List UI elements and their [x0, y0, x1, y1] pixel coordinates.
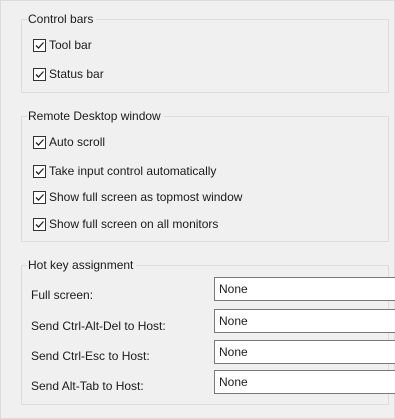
ctrl-alt-del-hotkey-input[interactable] — [214, 309, 395, 333]
alt-tab-hotkey-label: Send Alt-Tab to Host: — [31, 379, 144, 393]
fullscreen-topmost-checkbox-label: Show full screen as topmost window — [49, 190, 243, 204]
checkmark-icon — [35, 41, 44, 49]
ctrl-esc-hotkey-input[interactable] — [214, 340, 395, 364]
checkmark-icon — [35, 193, 44, 201]
toolbar-checkbox-label: Tool bar — [49, 38, 92, 52]
alt-tab-hotkey-input[interactable] — [214, 370, 395, 394]
take-input-control-checkbox-label: Take input control automatically — [49, 164, 217, 178]
hot-key-assignment-title: Hot key assignment — [27, 258, 137, 272]
statusbar-checkbox-row[interactable]: Status bar — [33, 66, 104, 82]
toolbar-checkbox[interactable] — [33, 38, 46, 52]
full-screen-hotkey-input[interactable] — [214, 277, 395, 301]
checkmark-icon — [35, 167, 44, 175]
full-screen-hotkey-label: Full screen: — [31, 288, 94, 302]
checkmark-icon — [35, 220, 44, 228]
control-bars-group: Control bars Tool bar Status bar — [21, 12, 389, 93]
options-panel: Control bars Tool bar Status bar Remote … — [0, 0, 395, 419]
take-input-control-checkbox-row[interactable]: Take input control automatically — [33, 163, 216, 179]
auto-scroll-checkbox[interactable] — [33, 135, 46, 149]
toolbar-checkbox-row[interactable]: Tool bar — [33, 37, 92, 53]
remote-desktop-window-title: Remote Desktop window — [27, 109, 164, 123]
remote-desktop-window-group: Remote Desktop window Auto scroll Take i… — [21, 109, 389, 242]
checkmark-icon — [35, 70, 44, 78]
ctrl-esc-hotkey-label: Send Ctrl-Esc to Host: — [31, 349, 150, 363]
auto-scroll-checkbox-row[interactable]: Auto scroll — [33, 134, 105, 150]
fullscreen-all-monitors-checkbox-row[interactable]: Show full screen on all monitors — [33, 216, 218, 232]
statusbar-checkbox-label: Status bar — [49, 67, 104, 81]
fullscreen-topmost-checkbox-row[interactable]: Show full screen as topmost window — [33, 189, 242, 205]
ctrl-alt-del-hotkey-label: Send Ctrl-Alt-Del to Host: — [31, 319, 166, 333]
fullscreen-all-monitors-checkbox[interactable] — [33, 217, 46, 231]
take-input-control-checkbox[interactable] — [33, 164, 46, 178]
control-bars-title: Control bars — [27, 12, 97, 26]
checkmark-icon — [35, 138, 44, 146]
fullscreen-topmost-checkbox[interactable] — [33, 190, 46, 204]
fullscreen-all-monitors-checkbox-label: Show full screen on all monitors — [49, 217, 219, 231]
auto-scroll-checkbox-label: Auto scroll — [49, 135, 106, 149]
statusbar-checkbox[interactable] — [33, 67, 46, 81]
hot-key-assignment-group: Hot key assignment Full screen: Send Ctr… — [21, 258, 395, 405]
